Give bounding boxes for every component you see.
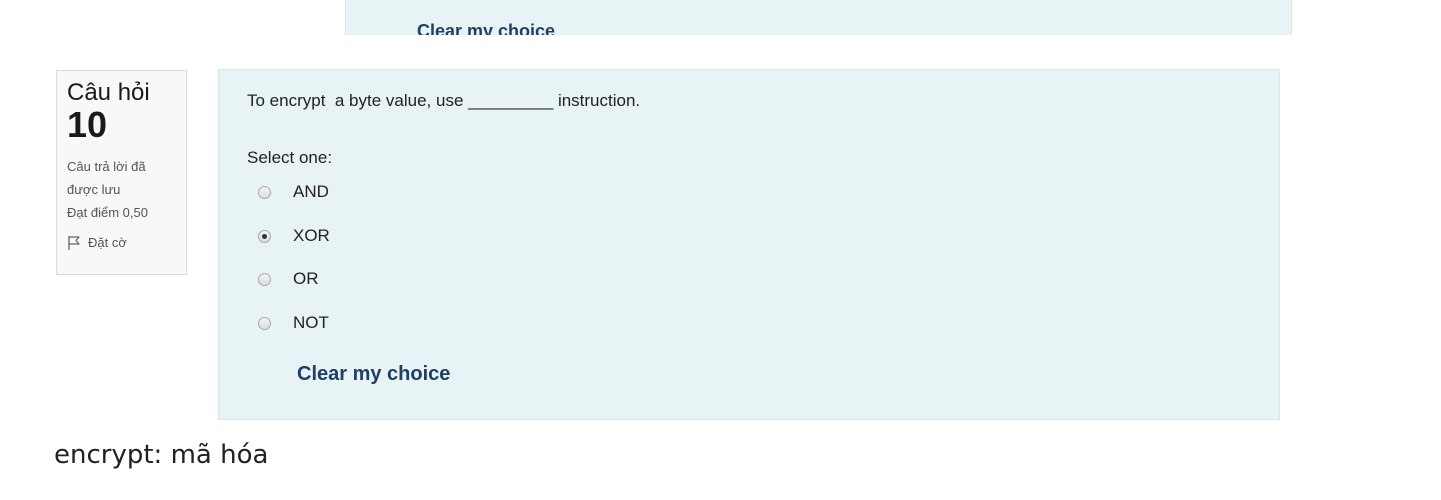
answer-option-not[interactable]: NOT [258, 312, 329, 334]
option-label: AND [293, 182, 329, 201]
question-info-card: Câu hỏi 10 Câu trả lời đã được lưu Đạt đ… [56, 70, 187, 275]
option-label: XOR [293, 226, 330, 245]
question-content-box: To encrypt a byte value, use _________ i… [218, 69, 1280, 420]
select-prompt: Select one: [247, 148, 333, 167]
question-number: 10 [67, 104, 108, 145]
radio-button[interactable] [258, 316, 271, 330]
answer-option-xor[interactable]: XOR [258, 225, 330, 247]
previous-question-box: Clear my choice [345, 0, 1292, 35]
question-label: Câu hỏi [67, 79, 150, 106]
question-text: To encrypt a byte value, use _________ i… [247, 91, 641, 110]
flag-question-link[interactable]: Đặt cờ [67, 234, 176, 252]
answer-status: Câu trả lời đã được lưu [67, 159, 146, 197]
answer-option-or[interactable]: OR [258, 268, 319, 290]
previous-clear-choice-link[interactable]: Clear my choice [417, 21, 555, 35]
clear-choice-link[interactable]: Clear my choice [297, 363, 450, 386]
option-label: OR [293, 269, 319, 288]
radio-button[interactable] [258, 185, 271, 199]
radio-button-selected[interactable] [258, 229, 271, 243]
question-mark: Đạt điểm 0,50 [67, 205, 148, 220]
flag-label: Đặt cờ [88, 235, 127, 250]
note-text: encrypt: mã hóa [54, 440, 269, 470]
option-label: NOT [293, 313, 329, 332]
radio-button[interactable] [258, 272, 271, 286]
answer-option-and[interactable]: AND [258, 181, 329, 203]
flag-icon [67, 235, 81, 251]
